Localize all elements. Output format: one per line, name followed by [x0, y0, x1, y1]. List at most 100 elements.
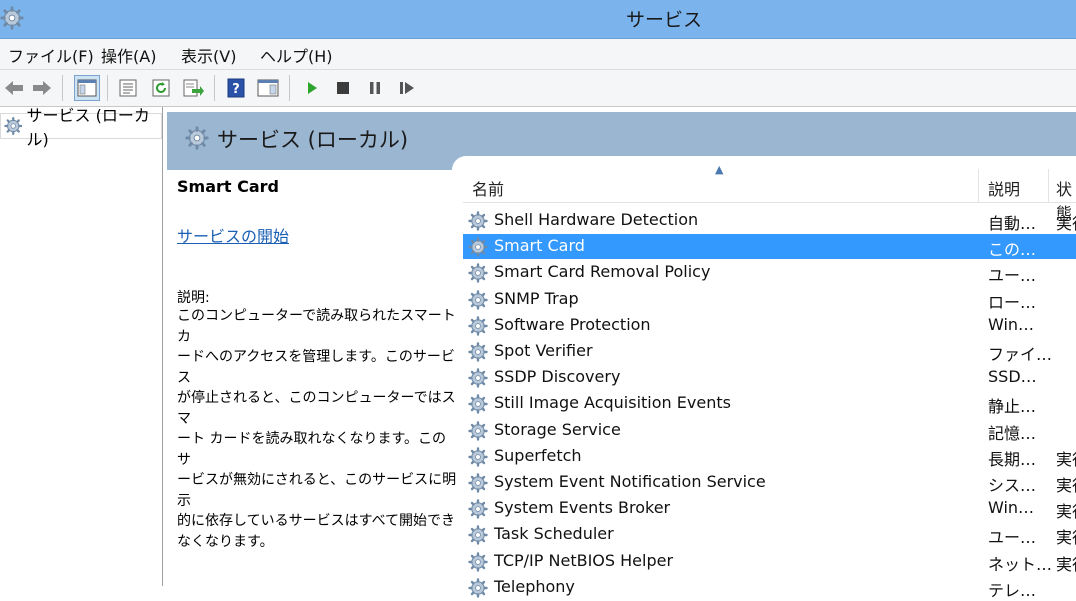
- help-icon: ?: [227, 78, 245, 98]
- start-service-link[interactable]: サービスの開始: [177, 223, 289, 247]
- selected-service-name: Smart Card: [177, 177, 279, 196]
- refresh-button[interactable]: [149, 76, 173, 100]
- help-button[interactable]: ?: [224, 76, 248, 100]
- service-description-cell: SSD…: [988, 367, 1037, 387]
- service-row[interactable]: Shell Hardware Detection 自動… 実行: [463, 208, 1076, 233]
- description-line: ート カードを読み取れなくなります。このサ: [177, 431, 447, 468]
- forward-arrow-icon: [33, 81, 51, 95]
- column-divider[interactable]: [1048, 169, 1049, 202]
- service-description-cell: 長期…: [988, 449, 1037, 469]
- service-description-cell: シス…: [988, 476, 1037, 495]
- service-name-cell: Software Protection: [494, 314, 651, 334]
- column-header-description[interactable]: 説明: [988, 176, 1020, 200]
- resume-service-button[interactable]: [395, 76, 419, 100]
- service-description-cell: Win…: [988, 314, 1035, 334]
- stop-icon: [337, 82, 349, 94]
- console-tree-icon: [77, 79, 97, 97]
- service-gear-icon: [468, 368, 488, 388]
- service-description-cell: Win…: [988, 498, 1035, 518]
- description-line: 的に依存しているサービスはすべて開始でき: [177, 513, 456, 529]
- service-gear-icon: [468, 237, 488, 257]
- service-gear-icon: [468, 525, 488, 546]
- refresh-icon: [152, 79, 170, 97]
- description-line: このコンピューターで読み取られたスマート カ: [177, 308, 456, 345]
- column-header-name[interactable]: 名前: [472, 176, 504, 200]
- service-name-cell: Superfetch: [494, 445, 582, 465]
- service-row[interactable]: System Event Notification Service シス… 実行: [463, 470, 1076, 495]
- service-description-cell: ネット…: [988, 554, 1053, 574]
- service-status-cell: 実行: [1056, 554, 1076, 574]
- toolbar-separator: [107, 75, 108, 101]
- menu-file[interactable]: ファイル(F): [8, 43, 94, 67]
- tree-item-services-local[interactable]: サービス (ローカル): [0, 106, 162, 149]
- tree-item-label: サービス (ローカル): [26, 106, 150, 149]
- description-text: このコンピューターで読み取られたスマート カ ードへのアクセスを管理します。この…: [177, 306, 457, 552]
- description-line: ービスが無効にされると、このサービスに明示: [177, 472, 457, 509]
- description-line: なくなります。: [177, 533, 274, 550]
- service-row[interactable]: Still Image Acquisition Events 静止…: [463, 391, 1076, 416]
- description-line: ードへのアクセスを管理します。このサービス: [177, 349, 455, 386]
- service-row[interactable]: Smart Card Removal Policy ユー…: [463, 260, 1076, 285]
- start-service-button[interactable]: [300, 76, 324, 100]
- action-pane-button[interactable]: [256, 76, 280, 100]
- service-row[interactable]: SNMP Trap ロー…: [463, 287, 1076, 312]
- service-description-cell: ロー…: [988, 292, 1037, 312]
- description-label: 説明:: [177, 290, 210, 306]
- service-row[interactable]: Software Protection Win…: [463, 313, 1076, 338]
- resume-icon: [400, 82, 414, 94]
- service-description-cell: ユー…: [988, 266, 1037, 286]
- menu-action[interactable]: 操作(A): [101, 43, 156, 67]
- service-gear-icon: [468, 211, 488, 231]
- menu-help[interactable]: ヘルプ(H): [260, 43, 333, 67]
- service-gear-icon: [468, 263, 488, 284]
- sort-ascending-icon: ▲: [715, 163, 724, 176]
- service-row[interactable]: System Events Broker Win… 実行: [463, 496, 1076, 521]
- service-row[interactable]: TCP/IP NetBIOS Helper ネット…実行: [463, 549, 1076, 574]
- service-name-cell: TCP/IP NetBIOS Helper: [494, 550, 674, 570]
- service-description-cell: テレ…: [988, 580, 1037, 600]
- service-description-cell: この…: [988, 240, 1037, 260]
- pause-service-button[interactable]: [363, 76, 387, 100]
- service-name-cell: SSDP Discovery: [494, 367, 621, 387]
- service-description-cell: 自動…: [988, 214, 1037, 233]
- pause-icon: [370, 82, 380, 94]
- forward-button[interactable]: [30, 76, 54, 100]
- toolbar-separator: [214, 75, 215, 101]
- service-row[interactable]: SSDP Discovery SSD…: [463, 365, 1076, 390]
- service-gear-icon: [468, 316, 488, 336]
- service-status-cell: 実行: [1056, 449, 1076, 469]
- service-row[interactable]: Spot Verifier ファイ…: [463, 339, 1076, 364]
- service-status-cell: 実行: [1056, 476, 1076, 495]
- service-gear-icon: [4, 117, 23, 135]
- menu-view[interactable]: 表示(V): [181, 43, 236, 67]
- service-gear-icon: [468, 499, 488, 519]
- service-name-cell: Storage Service: [494, 419, 621, 439]
- service-row[interactable]: Telephony テレ…: [463, 575, 1076, 600]
- properties-button[interactable]: [116, 76, 140, 100]
- service-name-cell: System Events Broker: [494, 498, 671, 518]
- toolbar-separator: [62, 75, 63, 101]
- back-button[interactable]: [2, 76, 26, 100]
- service-gear-icon: [468, 447, 488, 467]
- service-gear-icon: [185, 126, 209, 150]
- service-row[interactable]: Superfetch 長期… 実行: [463, 444, 1076, 469]
- show-console-tree-button[interactable]: [74, 75, 100, 101]
- column-divider[interactable]: [978, 169, 979, 202]
- service-status-cell: 実行: [1056, 528, 1076, 548]
- action-pane-icon: [257, 79, 279, 97]
- service-name-cell: Task Scheduler: [494, 524, 614, 544]
- play-icon: [308, 82, 317, 94]
- service-description-cell: ユー…: [988, 528, 1037, 548]
- service-row[interactable]: Storage Service 記憶…: [463, 418, 1076, 443]
- export-list-button[interactable]: [181, 76, 205, 100]
- service-row[interactable]: Task Scheduler ユー… 実行: [463, 522, 1076, 547]
- service-description-cell: 記憶…: [988, 423, 1037, 443]
- service-row[interactable]: Smart Card この…: [463, 234, 1076, 260]
- list-header: ▲ 名前 説明 状態: [463, 163, 1076, 223]
- service-name-cell: Shell Hardware Detection: [494, 210, 699, 229]
- service-name-cell: Spot Verifier: [494, 341, 593, 360]
- service-status-cell: 実行: [1056, 214, 1076, 233]
- stop-service-button[interactable]: [331, 76, 355, 100]
- service-gear-icon: [468, 578, 488, 598]
- service-name-cell: System Event Notification Service: [494, 472, 766, 491]
